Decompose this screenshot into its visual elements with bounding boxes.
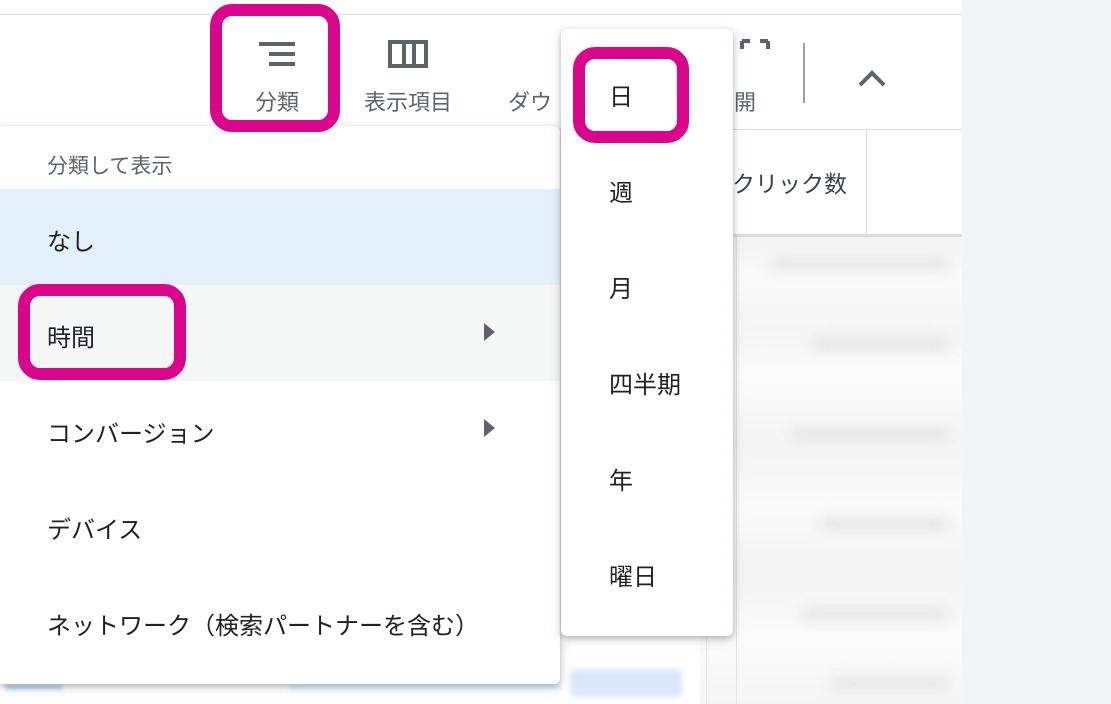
table-row <box>830 677 950 691</box>
submenu-item-weekday[interactable]: 曜日 <box>561 525 733 621</box>
table-row <box>820 517 950 531</box>
menu-item-label: デバイス <box>47 516 143 544</box>
collapse-button[interactable] <box>845 53 899 107</box>
submenu-item-week[interactable]: 週 <box>561 141 733 237</box>
submenu-item-day[interactable]: 日 <box>561 45 733 141</box>
table-row <box>790 427 950 441</box>
menu-item-network[interactable]: ネットワーク（検索パートナーを含む） <box>0 573 560 669</box>
fullscreen-icon <box>740 39 770 73</box>
column-header-label: クリック数 <box>732 172 847 198</box>
menu-heading: 分類して表示 <box>47 154 173 178</box>
status-badge <box>570 669 682 697</box>
submenu-item-label: 年 <box>609 467 633 495</box>
segment-button-label: 分類 <box>254 91 299 116</box>
menu-item-label: コンバージョン <box>47 420 215 448</box>
time-submenu: 日 週 月 四半期 年 曜日 <box>561 29 733 636</box>
menu-item-conversion[interactable]: コンバージョン <box>0 381 560 477</box>
menu-item-none[interactable]: なし <box>0 189 560 285</box>
table-row <box>810 337 950 351</box>
toolbar-divider <box>803 43 805 103</box>
submenu-item-label: 曜日 <box>609 563 657 591</box>
table-toolbar: 分類 表示項目 ダウ 開 <box>0 14 962 130</box>
columns-button-label: 表示項目 <box>363 91 452 116</box>
column-divider <box>736 237 737 704</box>
column-header[interactable] <box>867 129 962 237</box>
menu-item-label: ネットワーク（検索パートナーを含む） <box>47 612 479 640</box>
table-row <box>800 607 950 621</box>
download-button[interactable]: ダウ <box>490 15 570 129</box>
submenu-item-year[interactable]: 年 <box>561 429 733 525</box>
arrow-right-icon <box>484 323 495 341</box>
chevron-up-icon <box>845 70 899 111</box>
column-divider <box>706 634 707 704</box>
segment-dropdown-menu: 分類して表示 なし 時間 コンバージョン デバイス ネットワーク（検索パートナー… <box>0 126 560 684</box>
arrow-right-icon <box>484 419 495 437</box>
menu-item-device[interactable]: デバイス <box>0 477 560 573</box>
download-button-label: ダウ <box>507 91 552 116</box>
table-row <box>770 257 950 271</box>
expand-button-label: 開 <box>734 91 757 116</box>
columns-icon <box>388 39 428 73</box>
submenu-item-label: 日 <box>609 83 633 111</box>
menu-item-time[interactable]: 時間 <box>0 285 560 381</box>
submenu-item-label: 週 <box>609 179 633 207</box>
submenu-item-quarter[interactable]: 四半期 <box>561 333 733 429</box>
columns-button[interactable]: 表示項目 <box>352 15 464 129</box>
menu-item-label: 時間 <box>47 324 95 352</box>
segment-lines-icon <box>257 39 297 73</box>
submenu-item-month[interactable]: 月 <box>561 237 733 333</box>
menu-item-label: なし <box>47 228 95 256</box>
segment-button[interactable]: 分類 <box>222 15 332 129</box>
submenu-item-label: 四半期 <box>609 371 681 399</box>
table-body-blurred <box>700 237 962 704</box>
submenu-item-label: 月 <box>609 275 633 303</box>
